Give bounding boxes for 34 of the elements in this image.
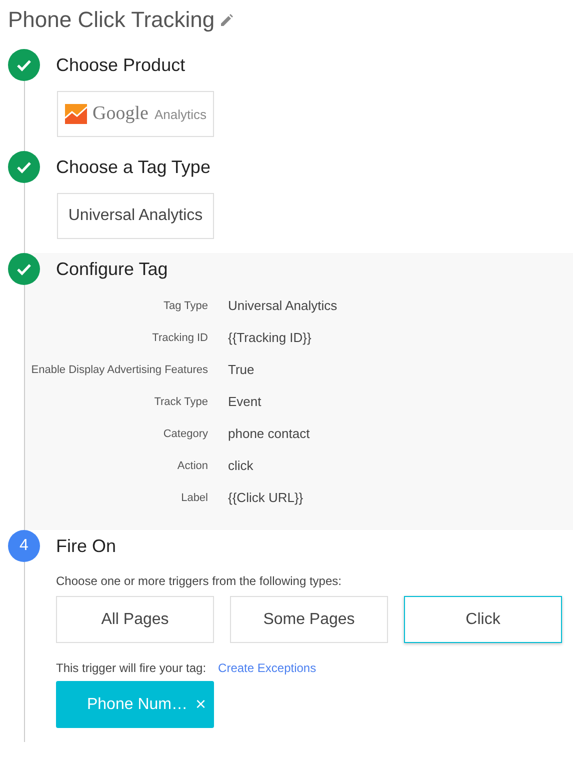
field-value: Event [228, 393, 262, 411]
tag-type-label: Universal Analytics [68, 207, 203, 225]
field-label: Category [162, 427, 208, 442]
step-title: Fire On [56, 535, 118, 558]
trigger-prompt: Choose one or more triggers from the following types: [56, 574, 342, 590]
product-card[interactable]: Google Analytics [57, 91, 214, 137]
step-number: 4 [8, 530, 40, 562]
trigger-type-button[interactable]: Some Pages [230, 596, 388, 643]
analytics-logo-icon [64, 104, 87, 124]
product-name: Analytics [154, 106, 206, 122]
field-label: Tracking ID [151, 331, 208, 346]
product-brand: Google [92, 103, 148, 125]
field-label: Tag Type [162, 299, 208, 314]
field-label: Enable Display Advertising Features [30, 363, 208, 378]
fire-text: This trigger will fire your tag: [56, 661, 206, 675]
step-title: Choose Product [56, 54, 186, 77]
create-exceptions-link[interactable]: Create Exceptions [218, 661, 316, 675]
field-value: Universal Analytics [228, 297, 338, 315]
field-value: {{Click URL}} [228, 489, 304, 507]
step-title: Choose a Tag Type [56, 156, 212, 179]
pencil-icon[interactable] [220, 14, 233, 26]
chip-label: Phone Num… [86, 696, 188, 714]
tag-type-card[interactable]: Universal Analytics [57, 193, 214, 239]
page-title: Phone Click Tracking [8, 7, 215, 33]
field-label: Action [176, 459, 208, 474]
field-label: Track Type [153, 395, 208, 410]
field-label: Label [180, 491, 208, 506]
field-value: True [228, 361, 256, 379]
step-title: Configure Tag [56, 258, 169, 281]
field-value: click [228, 457, 254, 475]
field-value: {{Tracking ID}} [228, 329, 312, 347]
field-value: phone contact [228, 425, 311, 443]
trigger-type-button[interactable]: All Pages [56, 596, 214, 643]
trigger-type-button[interactable]: Click [404, 596, 562, 643]
